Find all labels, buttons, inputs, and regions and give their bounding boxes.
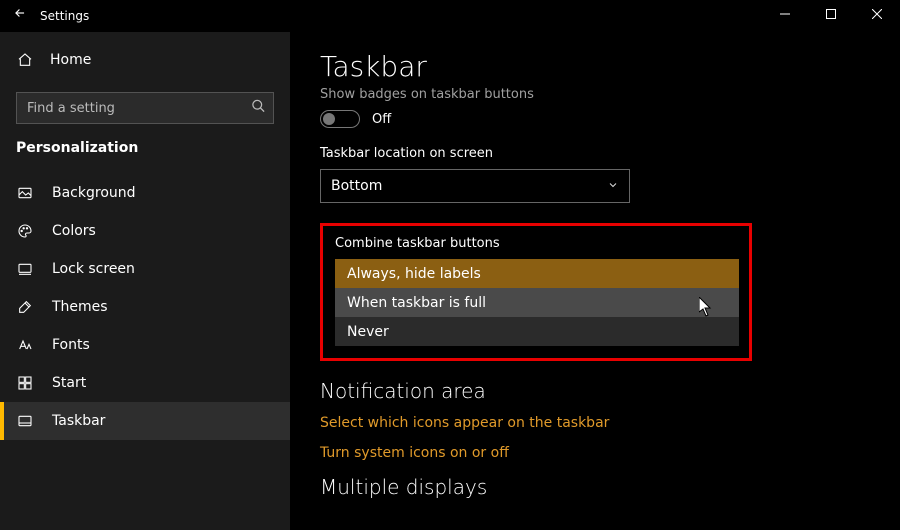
home-nav[interactable]: Home — [0, 40, 290, 80]
location-value: Bottom — [331, 178, 382, 194]
home-label: Home — [50, 52, 91, 68]
nav-lock-screen[interactable]: Lock screen — [0, 250, 290, 288]
nav-fonts[interactable]: Fonts — [0, 326, 290, 364]
combine-label: Combine taskbar buttons — [335, 236, 737, 251]
search-wrap — [16, 92, 274, 124]
nav-label: Background — [52, 185, 136, 201]
search-icon — [251, 99, 266, 118]
nav-label: Start — [52, 375, 86, 391]
body: Home Personalization Background — [0, 32, 900, 530]
search-input[interactable] — [16, 92, 274, 124]
badges-toggle[interactable] — [320, 110, 360, 128]
link-select-icons[interactable]: Select which icons appear on the taskbar — [320, 415, 900, 431]
nav-themes[interactable]: Themes — [0, 288, 290, 326]
combine-option-never[interactable]: Never — [335, 317, 739, 346]
nav-label: Colors — [52, 223, 96, 239]
badges-toggle-row: Off — [320, 110, 900, 128]
combine-highlight: Combine taskbar buttons Always, hide lab… — [320, 223, 752, 361]
nav-taskbar[interactable]: Taskbar — [0, 402, 290, 440]
notification-section: Notification area — [320, 379, 900, 403]
minimize-button[interactable] — [762, 0, 808, 32]
link-system-icons[interactable]: Turn system icons on or off — [320, 445, 900, 461]
fonts-icon — [16, 336, 34, 354]
page-title: Taskbar — [320, 50, 900, 83]
nav-label: Fonts — [52, 337, 90, 353]
badges-toggle-state: Off — [372, 112, 391, 127]
start-icon — [16, 374, 34, 392]
location-label: Taskbar location on screen — [320, 146, 900, 161]
settings-window: Settings Home Person — [0, 0, 900, 530]
close-button[interactable] — [854, 0, 900, 32]
chevron-down-icon — [607, 179, 619, 194]
nav-label: Lock screen — [52, 261, 135, 277]
multiple-displays-section: Multiple displays — [320, 475, 900, 499]
category-label: Personalization — [0, 134, 290, 170]
titlebar: Settings — [0, 0, 900, 32]
window-title: Settings — [40, 9, 89, 23]
lock-screen-icon — [16, 260, 34, 278]
location-dropdown[interactable]: Bottom — [320, 169, 630, 203]
nav-label: Taskbar — [52, 413, 105, 429]
nav-background[interactable]: Background — [0, 174, 290, 212]
nav-label: Themes — [52, 299, 108, 315]
background-icon — [16, 184, 34, 202]
themes-icon — [16, 298, 34, 316]
colors-icon — [16, 222, 34, 240]
taskbar-icon — [16, 412, 34, 430]
maximize-button[interactable] — [808, 0, 854, 32]
home-icon — [16, 51, 34, 69]
combine-dropdown-list: Always, hide labels When taskbar is full… — [335, 259, 739, 346]
nav-colors[interactable]: Colors — [0, 212, 290, 250]
sidebar: Home Personalization Background — [0, 32, 290, 530]
content: Taskbar Show badges on taskbar buttons O… — [290, 32, 900, 530]
combine-option-when-full[interactable]: When taskbar is full — [335, 288, 739, 317]
nav-list: Background Colors Lock screen — [0, 174, 290, 440]
nav-start[interactable]: Start — [0, 364, 290, 402]
badges-label: Show badges on taskbar buttons — [320, 87, 900, 102]
combine-option-always[interactable]: Always, hide labels — [335, 259, 739, 288]
back-button[interactable] — [0, 0, 40, 32]
